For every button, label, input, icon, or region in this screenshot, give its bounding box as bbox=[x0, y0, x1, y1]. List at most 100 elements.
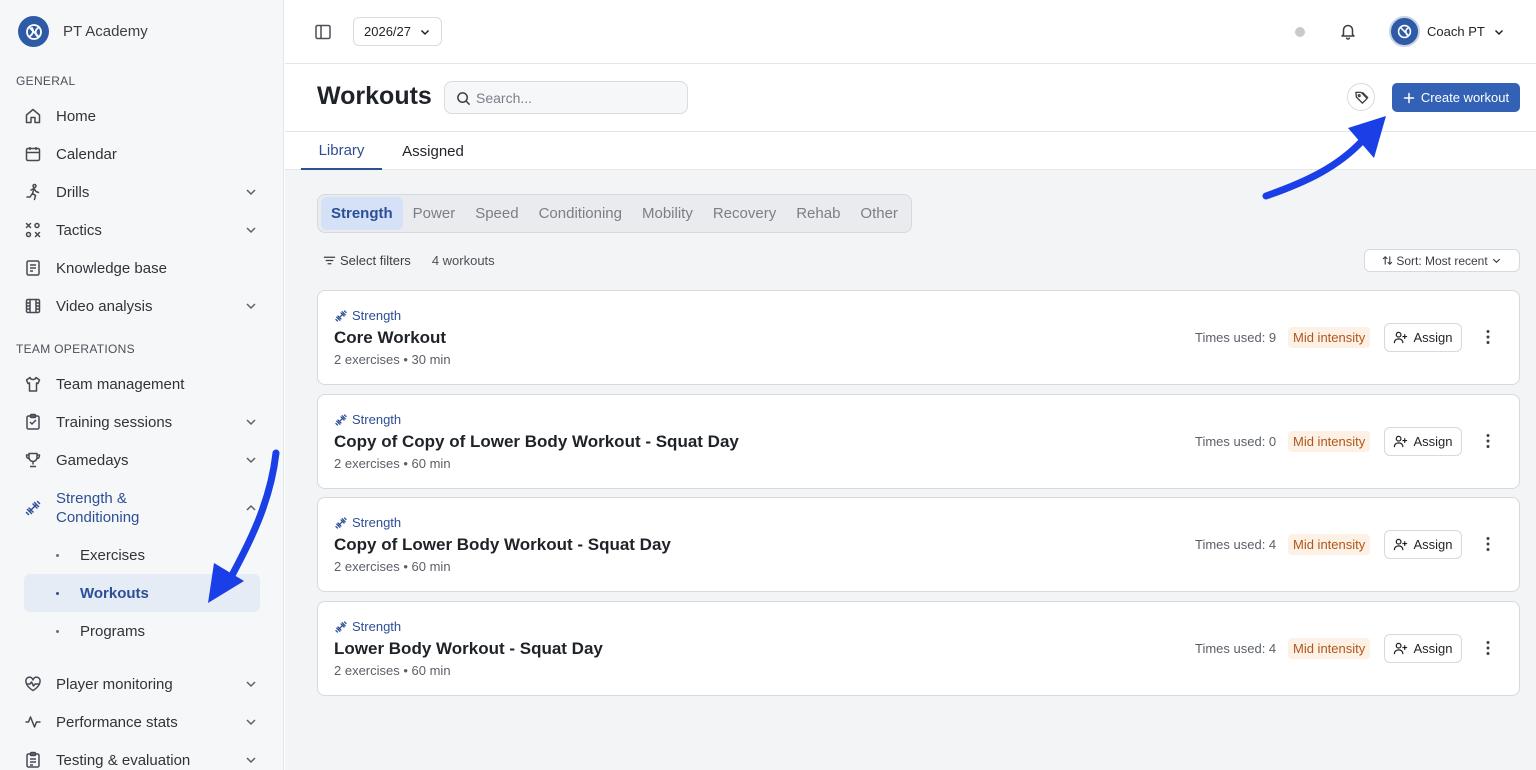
sort-select[interactable]: Sort: Most recent bbox=[1364, 249, 1520, 272]
sidebar-item-calendar[interactable]: Calendar bbox=[24, 136, 260, 172]
clipboard-check-icon bbox=[26, 751, 40, 768]
workout-card[interactable]: Strength Copy of Copy of Lower Body Work… bbox=[317, 394, 1520, 489]
season-select[interactable]: 2026/27 bbox=[353, 17, 442, 46]
bullet-dot bbox=[56, 629, 59, 633]
running-icon bbox=[26, 183, 40, 201]
workout-category-label: Strength bbox=[352, 412, 402, 427]
category-other[interactable]: Other bbox=[850, 197, 908, 230]
sidebar: PT Academy GENERAL Home Calendar Drills … bbox=[0, 0, 284, 770]
sidebar-item-drills[interactable]: Drills bbox=[24, 174, 260, 210]
sidebar-item-knowledge-base[interactable]: Knowledge base bbox=[24, 250, 260, 286]
sidebar-item-player-monitoring[interactable]: Player monitoring bbox=[24, 666, 260, 702]
workout-card[interactable]: Strength Lower Body Workout - Squat Day … bbox=[317, 601, 1520, 696]
more-vertical-icon[interactable] bbox=[1480, 328, 1496, 346]
calendar-icon bbox=[25, 147, 41, 162]
category-rehab[interactable]: Rehab bbox=[786, 197, 850, 230]
dumbbell-icon bbox=[335, 620, 347, 633]
sidebar-item-team-management[interactable]: Team management bbox=[24, 366, 260, 402]
sidebar-subitem-label: Workouts bbox=[80, 584, 149, 602]
assign-button[interactable]: Assign bbox=[1384, 530, 1462, 559]
clipboard-icon bbox=[26, 413, 40, 430]
activity-icon bbox=[25, 716, 41, 728]
sidebar-item-testing-evaluation[interactable]: Testing & evaluation bbox=[24, 742, 260, 770]
assign-button[interactable]: Assign bbox=[1384, 323, 1462, 352]
chevron-down-icon bbox=[420, 29, 430, 36]
workout-card[interactable]: Strength Copy of Lower Body Workout - Sq… bbox=[317, 497, 1520, 592]
sidebar-item-performance-stats[interactable]: Performance stats bbox=[24, 704, 260, 740]
bullet-dot bbox=[56, 553, 59, 557]
workout-card[interactable]: Strength Core Workout 2 exercises • 30 m… bbox=[317, 290, 1520, 385]
chevron-down-icon bbox=[1492, 258, 1500, 264]
sidebar-item-label: Video analysis bbox=[56, 297, 153, 315]
sidebar-item-video-analysis[interactable]: Video analysis bbox=[24, 288, 260, 324]
sidebar-item-gamedays[interactable]: Gamedays bbox=[24, 442, 260, 478]
more-vertical-icon[interactable] bbox=[1480, 432, 1496, 450]
workout-category-label: Strength bbox=[352, 308, 402, 323]
sidebar-item-label: Training sessions bbox=[56, 413, 173, 431]
workout-category: Strength bbox=[334, 308, 401, 323]
create-workout-button[interactable]: Create workout bbox=[1392, 83, 1520, 112]
more-vertical-icon[interactable] bbox=[1480, 639, 1496, 657]
sidebar-subitem-exercises[interactable]: Exercises bbox=[24, 536, 260, 574]
category-strength[interactable]: Strength bbox=[321, 197, 403, 230]
sidebar-subitem-programs[interactable]: Programs bbox=[24, 612, 260, 650]
bell-icon[interactable] bbox=[1339, 22, 1357, 40]
sidebar-item-label: Testing & evaluation bbox=[56, 751, 191, 769]
user-plus-icon bbox=[1394, 331, 1408, 344]
sidebar-item-strength-conditioning[interactable]: Strength & Conditioning bbox=[24, 488, 260, 528]
select-filters-button[interactable]: Select filters bbox=[323, 253, 411, 268]
sidebar-item-home[interactable]: Home bbox=[24, 98, 260, 134]
tab-library[interactable]: Library bbox=[301, 132, 382, 170]
intensity-badge: Mid intensity bbox=[1288, 534, 1371, 555]
section-label-team-operations: TEAM OPERATIONS bbox=[16, 342, 135, 356]
sidebar-item-label: Home bbox=[56, 107, 97, 125]
sidebar-item-training-sessions[interactable]: Training sessions bbox=[24, 404, 260, 440]
category-recovery[interactable]: Recovery bbox=[703, 197, 786, 230]
times-used: Times used: 0 bbox=[1195, 434, 1277, 449]
workout-category-label: Strength bbox=[352, 515, 402, 530]
logo-icon bbox=[18, 16, 49, 47]
category-mobility[interactable]: Mobility bbox=[632, 197, 703, 230]
assign-button[interactable]: Assign bbox=[1384, 427, 1462, 456]
category-speed[interactable]: Speed bbox=[465, 197, 528, 230]
category-conditioning[interactable]: Conditioning bbox=[529, 197, 632, 230]
search-box[interactable] bbox=[444, 81, 688, 114]
sidebar-item-label: Drills bbox=[56, 183, 90, 201]
sidebar-item-label: Calendar bbox=[56, 145, 117, 163]
more-vertical-icon[interactable] bbox=[1480, 535, 1496, 553]
chevron-down-icon bbox=[246, 757, 256, 764]
film-icon bbox=[25, 298, 41, 314]
workout-category: Strength bbox=[334, 515, 401, 530]
times-used: Times used: 9 bbox=[1195, 330, 1277, 345]
search-input[interactable] bbox=[476, 86, 676, 110]
user-plus-icon bbox=[1394, 435, 1408, 448]
dumbbell-icon bbox=[335, 516, 347, 529]
season-value: 2026/27 bbox=[364, 24, 411, 39]
sidebar-toggle-icon[interactable] bbox=[314, 23, 332, 41]
tags-button[interactable] bbox=[1347, 83, 1375, 111]
select-filters-label: Select filters bbox=[340, 253, 411, 268]
category-power[interactable]: Power bbox=[403, 197, 466, 230]
brand[interactable]: PT Academy bbox=[18, 16, 148, 47]
sidebar-subitem-workouts[interactable]: Workouts bbox=[24, 574, 260, 612]
home-icon bbox=[25, 108, 41, 124]
brand-name: PT Academy bbox=[63, 23, 148, 40]
sidebar-subitem-label: Programs bbox=[80, 622, 146, 640]
workout-title: Copy of Copy of Lower Body Workout - Squ… bbox=[334, 432, 739, 451]
assign-button[interactable]: Assign bbox=[1384, 634, 1462, 663]
filter-icon bbox=[323, 256, 336, 265]
workout-title: Copy of Lower Body Workout - Squat Day bbox=[334, 535, 671, 554]
sidebar-item-tactics[interactable]: Tactics bbox=[24, 212, 260, 248]
workout-meta: 2 exercises • 60 min bbox=[334, 663, 451, 678]
user-plus-icon bbox=[1394, 538, 1408, 551]
tab-assigned[interactable]: Assigned bbox=[393, 132, 473, 170]
assign-label: Assign bbox=[1413, 330, 1453, 345]
sidebar-item-label: Team management bbox=[56, 375, 185, 393]
user-menu[interactable]: Coach PT bbox=[1389, 16, 1505, 47]
workout-title: Core Workout bbox=[334, 328, 447, 347]
dumbbell-icon bbox=[335, 413, 347, 426]
main-content: Strength Power Speed Conditioning Mobili… bbox=[285, 170, 1536, 770]
workout-count: 4 workouts bbox=[431, 253, 495, 268]
workout-title: Lower Body Workout - Squat Day bbox=[334, 639, 603, 658]
workout-meta: 2 exercises • 60 min bbox=[334, 559, 451, 574]
